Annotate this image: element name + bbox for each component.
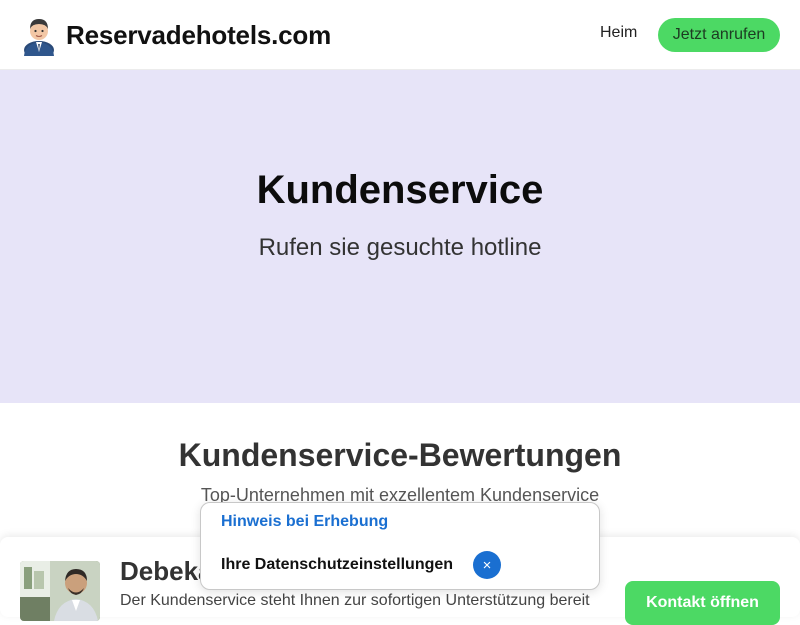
brand[interactable]: Reservadehotels.com (20, 14, 331, 56)
reviews-title: Kundenservice-Bewertungen (178, 437, 622, 473)
call-now-button[interactable]: Jetzt anrufen (658, 18, 780, 52)
hero-section: Kundenservice Rufen sie gesuchte hotline (0, 70, 800, 403)
privacy-popup: Hinweis bei Erhebung Ihre Datenschutzein… (200, 502, 600, 590)
nav-home-link[interactable]: Heim (600, 24, 637, 42)
company-name: Debeka (120, 556, 213, 586)
hero-title: Kundenservice (256, 168, 544, 212)
privacy-settings-label[interactable]: Ihre Datenschutzeinstellungen (221, 556, 453, 574)
hero-subtitle: Rufen sie gesuchte hotline (258, 234, 542, 261)
brand-name: Reservadehotels.com (66, 19, 331, 50)
close-icon[interactable]: × (473, 551, 501, 579)
privacy-notice-link[interactable]: Hinweis bei Erhebung (221, 513, 388, 531)
site-header: Reservadehotels.com Heim Jetzt anrufen (0, 0, 800, 70)
open-contact-button[interactable]: Kontakt öffnen (625, 581, 780, 625)
company-description: Der Kundenservice steht Ihnen zur sofort… (120, 592, 590, 609)
businessman-icon (24, 19, 54, 56)
company-photo (20, 561, 100, 621)
